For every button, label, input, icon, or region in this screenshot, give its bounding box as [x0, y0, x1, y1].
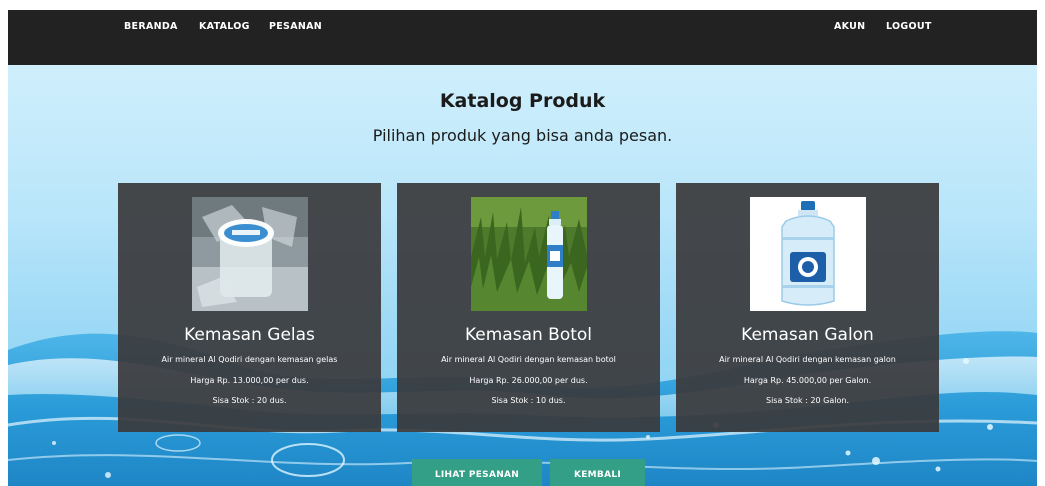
product-name: Kemasan Galon — [741, 325, 874, 345]
product-card-galon: Kemasan Galon Air mineral Al Qodiri deng… — [676, 183, 939, 432]
product-stock: Sisa Stok : 20 dus. — [212, 396, 287, 405]
product-stock: Sisa Stok : 10 dus. — [491, 396, 566, 405]
product-price: Harga Rp. 26.000,00 per dus. — [469, 376, 588, 385]
catalog-section: Katalog Produk Pilihan produk yang bisa … — [8, 65, 1037, 486]
product-stock: Sisa Stok : 20 Galon. — [766, 396, 849, 405]
nav-akun[interactable]: AKUN — [834, 21, 865, 32]
page-frame: BERANDA KATALOG PESANAN AKUN LOGOUT Kata… — [8, 10, 1037, 486]
product-image-galon — [750, 197, 866, 311]
back-button[interactable]: KEMBALI — [550, 459, 645, 486]
top-navbar: BERANDA KATALOG PESANAN AKUN LOGOUT — [8, 10, 1037, 65]
nav-katalog[interactable]: KATALOG — [199, 21, 250, 32]
product-name: Kemasan Gelas — [184, 325, 315, 345]
product-card-gelas: Kemasan Gelas Air mineral Al Qodiri deng… — [118, 183, 381, 432]
nav-beranda[interactable]: BERANDA — [124, 21, 178, 32]
page-subtitle: Pilihan produk yang bisa anda pesan. — [372, 126, 673, 145]
nav-logout[interactable]: LOGOUT — [886, 21, 932, 32]
product-description: Air mineral Al Qodiri dengan kemasan gal… — [719, 355, 896, 364]
nav-pesanan[interactable]: PESANAN — [269, 21, 322, 32]
product-price: Harga Rp. 13.000,00 per dus. — [190, 376, 309, 385]
product-name: Kemasan Botol — [464, 325, 593, 345]
product-description: Air mineral Al Qodiri dengan kemasan bot… — [441, 355, 616, 364]
product-image-botol — [471, 197, 587, 311]
view-orders-button[interactable]: LIHAT PESANAN — [412, 459, 542, 486]
page-title: Katalog Produk — [439, 90, 606, 112]
product-price: Harga Rp. 45.000,00 per Galon. — [743, 376, 872, 385]
product-card-botol: Kemasan Botol Air mineral Al Qodiri deng… — [397, 183, 660, 432]
product-image-gelas — [192, 197, 308, 311]
product-description: Air mineral Al Qodiri dengan kemasan gel… — [161, 355, 338, 364]
